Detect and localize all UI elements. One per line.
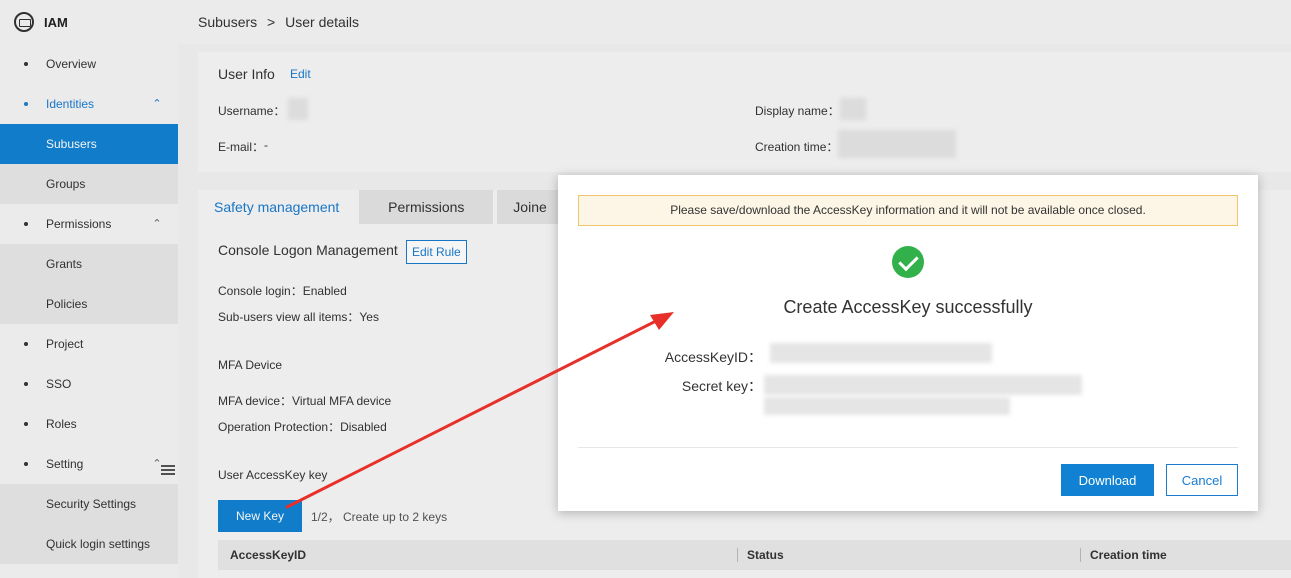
secret-key-label: Secret key：	[681, 378, 762, 394]
dialog-title: Create AccessKey successfully	[783, 297, 1033, 317]
accesskeyid-label: AccessKeyID：	[664, 349, 762, 365]
save-warning-notice: Please save/download the AccessKey infor…	[578, 195, 1238, 226]
secret-key-value-redacted-line2	[764, 397, 1010, 415]
accesskeyid-value-redacted	[770, 343, 992, 363]
cancel-button[interactable]: Cancel	[1166, 464, 1238, 496]
secret-key-value-redacted	[764, 375, 1082, 395]
success-check-icon	[892, 246, 924, 278]
create-accesskey-dialog: Please save/download the AccessKey infor…	[558, 175, 1258, 511]
dialog-divider	[578, 447, 1238, 448]
download-button[interactable]: Download	[1061, 464, 1154, 496]
